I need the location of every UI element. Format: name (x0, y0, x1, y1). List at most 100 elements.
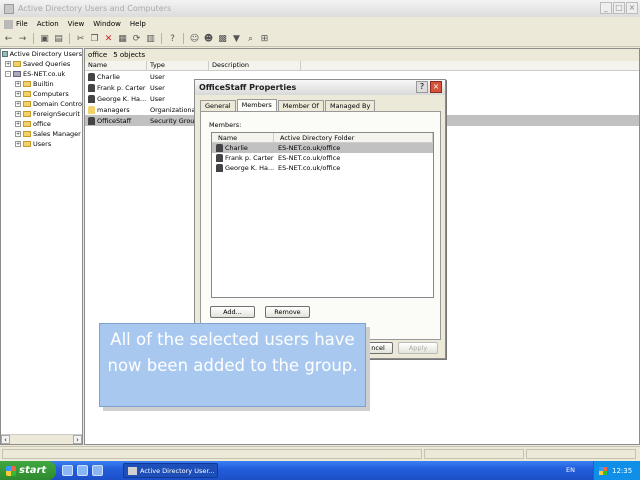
cancel-button[interactable]: ncel (363, 342, 393, 354)
app-icon (4, 3, 14, 14)
column-name[interactable]: Name (85, 61, 147, 70)
back-icon[interactable]: ← (3, 33, 14, 44)
column-description[interactable]: Description (209, 61, 301, 70)
members-list[interactable]: Name Active Directory Folder Charlie ES-… (211, 132, 434, 298)
tree-item-label: Computers (33, 90, 69, 98)
row-name: George K. Ha... (97, 94, 147, 103)
add-button[interactable]: Add... (210, 306, 255, 318)
column-ad-folder[interactable]: Active Directory Folder (274, 133, 433, 142)
member-name: George K. Ha... (225, 164, 274, 172)
status-bar (0, 446, 640, 461)
properties-dialog[interactable]: OfficeStaff Properties ? × General Membe… (194, 79, 446, 359)
scroll-left-icon[interactable]: ‹ (1, 435, 10, 444)
start-label: start (19, 465, 47, 476)
up-icon[interactable]: ▣ (39, 33, 50, 44)
dialog-close-button[interactable]: × (430, 81, 442, 93)
tree-item-sales-manager[interactable]: + Sales Manager (1, 129, 82, 139)
list-item[interactable]: Charlie ES-NET.co.uk/office (212, 143, 433, 153)
tree-item-office[interactable]: + office (1, 119, 82, 129)
ie-icon[interactable] (77, 465, 88, 476)
forward-icon[interactable]: → (17, 33, 28, 44)
tree-item-label: Active Directory Users (9, 50, 82, 58)
refresh-icon[interactable]: ⟳ (131, 33, 142, 44)
row-name: managers (97, 105, 130, 114)
folder-icon (23, 141, 31, 147)
tree-item-foreign-security[interactable]: + ForeignSecurit (1, 109, 82, 119)
system-tray: 12:35 (593, 461, 640, 480)
list-item[interactable]: Frank p. Carter ES-NET.co.uk/office (212, 153, 433, 163)
add-group-icon[interactable]: ☻ (203, 33, 214, 44)
tree-item-computers[interactable]: + Computers (1, 89, 82, 99)
find-icon[interactable]: ⌕ (245, 33, 256, 44)
tree-item-root[interactable]: Active Directory Users (1, 49, 82, 59)
maximize-button[interactable]: □ (613, 2, 625, 14)
tree-horizontal-scrollbar[interactable]: ‹ › (1, 434, 82, 444)
menu-view[interactable]: View (68, 20, 85, 28)
expand-icon[interactable]: + (15, 111, 21, 117)
column-type[interactable]: Type (147, 61, 209, 70)
expand-icon[interactable]: + (15, 101, 21, 107)
tree-item-label: Sales Manager (33, 130, 81, 138)
help-icon[interactable]: ? (167, 33, 178, 44)
tree-item-builtin[interactable]: + Builtin (1, 79, 82, 89)
column-name[interactable]: Name (212, 133, 274, 142)
menu-action[interactable]: Action (37, 20, 59, 28)
minimize-button[interactable]: _ (600, 2, 612, 14)
member-folder: ES-NET.co.uk/office (278, 144, 341, 152)
tree-item-users[interactable]: + Users (1, 139, 82, 149)
menu-window[interactable]: Window (93, 20, 121, 28)
export-icon[interactable]: ▥ (145, 33, 156, 44)
expand-icon[interactable]: + (15, 131, 21, 137)
tree-item-saved-queries[interactable]: + Saved Queries (1, 59, 82, 69)
tray-icon[interactable] (599, 466, 607, 475)
row-name: Frank p. Carter (97, 83, 146, 92)
tree-item-label: Saved Queries (23, 60, 71, 68)
delete-icon[interactable]: ✕ (103, 33, 114, 44)
remove-button[interactable]: Remove (265, 306, 310, 318)
dialog-controls: ? × (416, 81, 442, 93)
tab-managed-by[interactable]: Managed By (324, 100, 376, 111)
tree-item-domain[interactable]: - ES-NET.co.uk (1, 69, 82, 79)
language-indicator[interactable]: EN (566, 466, 575, 474)
tab-member-of[interactable]: Member Of (277, 100, 324, 111)
window-titlebar: Active Directory Users and Computers _ □… (0, 0, 640, 17)
copy-icon[interactable]: ❐ (89, 33, 100, 44)
expand-icon[interactable]: + (15, 141, 21, 147)
tab-members[interactable]: Members (236, 99, 277, 111)
row-name: OfficeStaff (97, 116, 132, 125)
start-button[interactable]: start (0, 461, 56, 480)
cut-icon[interactable]: ✂ (75, 33, 86, 44)
show-tree-icon[interactable]: ▤ (53, 33, 64, 44)
media-player-icon[interactable] (92, 465, 103, 476)
filter-icon[interactable]: ▼ (231, 33, 242, 44)
members-column-headers: Name Active Directory Folder (212, 133, 433, 143)
callout-text: All of the selected users have now been … (107, 330, 358, 375)
apply-button[interactable]: Apply (398, 342, 438, 354)
expand-icon[interactable]: + (15, 91, 21, 97)
add-user-icon[interactable]: ☺ (189, 33, 200, 44)
add-ou-icon[interactable]: ▩ (217, 33, 228, 44)
help-button[interactable]: ? (416, 81, 428, 93)
folder-icon (23, 91, 31, 97)
properties-icon[interactable]: ▦ (117, 33, 128, 44)
show-desktop-icon[interactable] (62, 465, 73, 476)
taskbar-button-active-directory[interactable]: Active Directory User... (123, 463, 218, 478)
tree-item-label: Users (33, 140, 52, 148)
collapse-icon[interactable]: - (5, 71, 11, 77)
menu-help[interactable]: Help (130, 20, 146, 28)
tree-item-domain-controllers[interactable]: + Domain Contro (1, 99, 82, 109)
close-window-button[interactable]: × (626, 2, 638, 14)
clock[interactable]: 12:35 (612, 467, 632, 475)
console-tree[interactable]: Active Directory Users + Saved Queries -… (0, 48, 83, 445)
expand-icon[interactable]: + (5, 61, 11, 67)
details-count: 5 objects (113, 51, 146, 59)
tab-general[interactable]: General (200, 100, 236, 111)
add-to-group-icon[interactable]: ⊞ (259, 33, 270, 44)
domain-icon (13, 71, 21, 77)
menu-file[interactable]: File (16, 20, 28, 28)
scroll-right-icon[interactable]: › (73, 435, 82, 444)
list-item[interactable]: George K. Ha... ES-NET.co.uk/office (212, 163, 433, 173)
expand-icon[interactable]: + (15, 121, 21, 127)
expand-icon[interactable]: + (15, 81, 21, 87)
tree-item-label: ForeignSecurit (33, 110, 80, 118)
